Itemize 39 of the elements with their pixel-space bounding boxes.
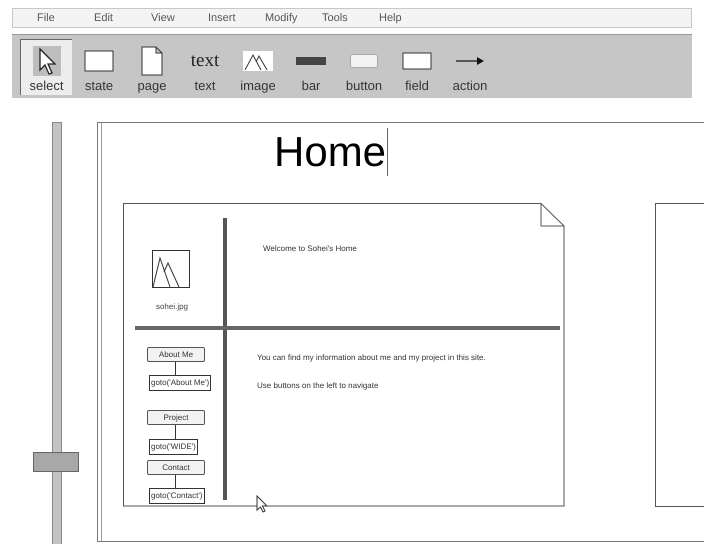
slider-thumb[interactable] (33, 452, 79, 472)
image-icon (243, 51, 273, 71)
tool-button[interactable]: image (232, 39, 284, 95)
tool-button[interactable]: text text (179, 39, 231, 95)
bar-icon (296, 57, 326, 65)
nav-button[interactable]: Contact (147, 460, 205, 475)
cursor-icon (256, 495, 268, 513)
body-text: Use buttons on the left to navigate (257, 380, 378, 392)
page-icon (141, 46, 163, 76)
action-label: goto('WIDE') (149, 439, 198, 455)
menu-item[interactable]: Tools (322, 10, 379, 26)
menu-item[interactable]: Help (379, 10, 436, 26)
image-filename: sohei.jpg (154, 301, 190, 313)
arrow-pointer-icon (32, 46, 60, 76)
action-label: goto('Contact') (149, 488, 205, 504)
page-title[interactable]: Home (274, 128, 388, 176)
tool-button[interactable]: bar (285, 39, 337, 95)
welcome-text: Welcome to Sohei's Home (263, 243, 357, 255)
action-label: goto('About Me') (149, 375, 212, 391)
tool-button[interactable]: state (73, 39, 125, 95)
menu-item[interactable]: Modify (265, 10, 322, 26)
menu-item[interactable]: Edit (94, 10, 151, 26)
body-text: You can find my information about me and my project in this site. (257, 352, 486, 364)
arrow-icon (456, 55, 484, 67)
tool-button[interactable]: select (20, 39, 72, 95)
button-icon (350, 54, 378, 68)
tool-button[interactable]: field (391, 39, 443, 95)
field-icon (402, 52, 432, 70)
rectangle-icon (84, 50, 114, 72)
tool-button[interactable]: button (338, 39, 390, 95)
menu-item[interactable]: View (151, 10, 208, 26)
image-placeholder-icon (152, 250, 190, 288)
menu-item[interactable]: File (37, 10, 94, 26)
menu-item[interactable]: Insert (208, 10, 265, 26)
nav-button[interactable]: Project (147, 410, 205, 425)
nav-button[interactable]: About Me (147, 347, 205, 362)
tool-button[interactable]: page (126, 39, 178, 95)
tool-button[interactable]: action (444, 39, 496, 95)
tool-glyph: text (190, 48, 220, 73)
